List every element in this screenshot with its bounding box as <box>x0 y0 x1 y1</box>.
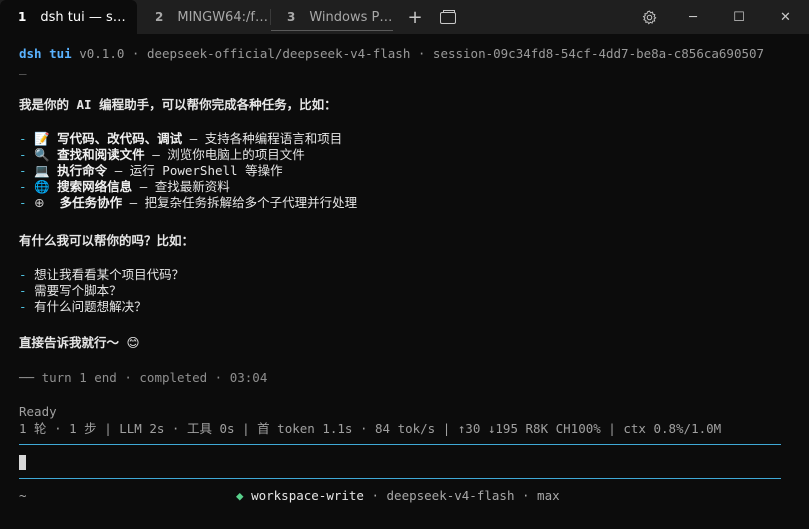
tab-number: 3 <box>287 10 296 24</box>
close-icon: ✕ <box>780 9 791 25</box>
tab-dropdown-button[interactable] <box>431 0 465 34</box>
input-top-border <box>19 444 781 445</box>
magnifier-icon: 🔍 <box>34 147 50 162</box>
capability-item: - 🌐 搜索网络信息 — 查找最新资料 <box>19 179 230 195</box>
memo-icon: 📝 <box>34 131 50 146</box>
app-name: dsh tui <box>19 46 72 61</box>
closing-message: 直接告诉我就行～ <box>19 335 127 350</box>
capability-title: 写代码、改代码、调试 <box>57 131 183 146</box>
capability-desc: — 把复杂任务拆解给多个子代理并行处理 <box>122 195 358 210</box>
tab-label: Windows P… <box>309 9 393 25</box>
bullet: - <box>19 131 27 146</box>
plus-icon: + <box>407 6 423 28</box>
input-bottom-border <box>19 478 781 479</box>
minimize-button[interactable]: ─ <box>670 0 716 34</box>
capability-item: - 📝 写代码、改代码、调试 — 支持各种编程语言和项目 <box>19 131 342 147</box>
capability-item: - ⊕ 多任务协作 — 把复杂任务拆解给多个子代理并行处理 <box>19 195 357 211</box>
session-header: dsh tui v0.1.0 · deepseek-official/deeps… <box>19 46 764 62</box>
capability-title: 搜索网络信息 <box>57 179 133 194</box>
tab-dsh-tui[interactable]: 1 dsh tui — s… <box>0 0 137 34</box>
smile-icon: 😊 <box>126 335 140 350</box>
suggestion-text: 想让我看看某个项目代码？ <box>34 267 185 282</box>
bullet: - <box>19 147 27 162</box>
laptop-icon: 💻 <box>34 163 50 178</box>
question-text: 有什么我可以帮你的吗？比如： <box>19 233 195 248</box>
maximize-icon: ☐ <box>733 9 745 25</box>
maximize-button[interactable]: ☐ <box>716 0 762 34</box>
turn-status: ── turn 1 end · completed · 03:04 <box>19 370 268 385</box>
ready-status: Ready <box>19 404 57 419</box>
bullet: - <box>19 283 27 298</box>
prompt-input[interactable] <box>19 448 781 476</box>
settings-button[interactable] <box>632 0 666 34</box>
multi-agent-icon: ⊕ <box>34 195 45 210</box>
bullet: - <box>19 267 27 282</box>
run-stats: 1 轮 · 1 步 | LLM 2s · 工具 0s | 首 token 1.1… <box>19 421 722 436</box>
closing-text: 直接告诉我就行～ 😊 <box>19 335 140 351</box>
tab-windows-powershell[interactable]: 3 Windows P… <box>271 0 393 34</box>
text-cursor <box>19 455 26 470</box>
capability-title: 多任务协作 <box>52 195 123 210</box>
suggestion-text: 需要写个脚本？ <box>34 283 122 298</box>
session-info: v0.1.0 · deepseek-official/deepseek-v4-f… <box>71 46 765 61</box>
bullet: - <box>19 179 27 194</box>
bullet: - <box>19 163 27 178</box>
capability-desc: — 浏览你电脑上的项目文件 <box>144 147 305 162</box>
close-button[interactable]: ✕ <box>762 0 809 34</box>
terminal-output: dsh tui v0.1.0 · deepseek-official/deeps… <box>19 36 799 436</box>
intro-text: 我是你的 AI 编程助手，可以帮你完成各种任务，比如： <box>19 97 337 112</box>
tab-number: 1 <box>18 10 27 24</box>
tab-label: MINGW64:/f… <box>177 9 268 25</box>
capability-desc: — 支持各种编程语言和项目 <box>182 131 343 146</box>
capability-desc: — 查找最新资料 <box>132 179 230 194</box>
title-bar: 1 dsh tui — s… 2 MINGW64:/f… 3 Windows P… <box>0 0 809 34</box>
suggestion-item: - 需要写个脚本？ <box>19 283 122 299</box>
tab-label: dsh tui — s… <box>40 9 126 25</box>
new-tab-button[interactable]: + <box>399 0 431 34</box>
status-cwd: ~ <box>19 488 27 503</box>
tab-number: 2 <box>155 10 164 24</box>
model-info: · deepseek-v4-flash · max <box>363 488 560 503</box>
minimize-icon: ─ <box>689 9 697 25</box>
tab-dropdown-icon <box>440 10 456 24</box>
capability-item: - 🔍 查找和阅读文件 — 浏览你电脑上的项目文件 <box>19 147 305 163</box>
globe-icon: 🌐 <box>34 179 50 194</box>
suggestion-item: - 想让我看看某个项目代码？ <box>19 267 184 283</box>
mode-diamond-icon: ◆ <box>236 488 244 503</box>
capability-title: 执行命令 <box>57 163 108 178</box>
tab-mingw64[interactable]: 2 MINGW64:/f… <box>137 0 270 34</box>
suggestion-item: - 有什么问题想解决？ <box>19 299 147 315</box>
header-underscore: _ <box>19 60 27 75</box>
capability-desc: — 运行 PowerShell 等操作 <box>107 163 283 178</box>
gear-icon <box>642 10 656 24</box>
bullet: - <box>19 299 27 314</box>
capability-title: 查找和阅读文件 <box>57 147 145 162</box>
status-mode: ◆ workspace-write · deepseek-v4-flash · … <box>236 488 560 503</box>
capability-item: - 💻 执行命令 — 运行 PowerShell 等操作 <box>19 163 283 179</box>
permission-mode: workspace-write <box>251 488 364 503</box>
suggestion-text: 有什么问题想解决？ <box>34 299 147 314</box>
bullet: - <box>19 195 27 210</box>
